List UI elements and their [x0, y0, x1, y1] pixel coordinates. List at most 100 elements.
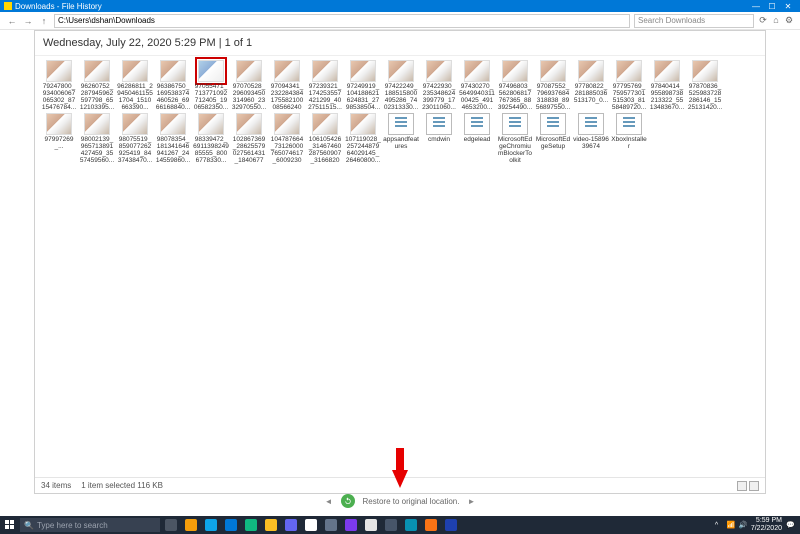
file-caption: 104787664_73126000765074617_60092300...	[269, 136, 305, 164]
file-item[interactable]: appsandfeatures	[383, 113, 419, 164]
tray-clock[interactable]: 5:59 PM 7/22/2020	[751, 517, 782, 533]
file-item[interactable]: 97087552_796937684318838_8956897550...	[535, 60, 571, 111]
file-item[interactable]: 107119028_25724487964029145_26460800...	[345, 113, 381, 164]
search-input[interactable]: Search Downloads	[634, 14, 754, 28]
taskbar-app-5[interactable]	[262, 517, 280, 533]
tray-volume-icon[interactable]: 🔊	[739, 521, 747, 529]
window-title: Downloads - File History	[15, 2, 748, 11]
file-thumbnail	[122, 60, 148, 82]
tray-time: 5:59 PM	[751, 517, 782, 525]
file-item[interactable]: 106105426_31467460287560907_31668200...	[307, 113, 343, 164]
file-thumbnail	[160, 113, 186, 135]
file-item[interactable]: cmdwin	[421, 113, 457, 164]
file-caption: 97496803_562806817767365_8839254490...	[497, 83, 533, 111]
file-item[interactable]: edgelead	[459, 113, 495, 164]
file-item[interactable]: 96260752_287945962597798_6512103395...	[79, 60, 115, 111]
next-version-button[interactable]: ►	[467, 497, 475, 506]
taskbar-app-14[interactable]	[442, 517, 460, 533]
task-view-button[interactable]	[162, 517, 180, 533]
file-caption: 97094341_232284384175582100085662400...	[269, 83, 305, 111]
file-caption: 97430270_564994031100425_4914653200...	[459, 83, 495, 111]
restore-button[interactable]	[341, 494, 355, 508]
file-item[interactable]: 97840414_955898738213322_5513483670...	[649, 60, 685, 111]
file-item[interactable]: 96386750_169538374460526_6966168840...	[155, 60, 191, 111]
file-caption: edgelead	[464, 136, 491, 164]
taskbar-search[interactable]: 🔍 Type here to search	[20, 518, 160, 532]
file-item[interactable]: MicrosoftEdgeSetup	[535, 113, 571, 164]
file-item[interactable]: 96286811_294504611551704_1510663390...	[117, 60, 153, 111]
file-caption: 97249919_104188621624831_2798538504...	[345, 83, 381, 111]
file-item[interactable]: 97496803_562806817767365_8839254490...	[497, 60, 533, 111]
file-item[interactable]: 97055471_713771092712405_1906582350...	[193, 60, 229, 111]
taskbar-app-3[interactable]	[222, 517, 240, 533]
taskbar-app-12[interactable]	[402, 517, 420, 533]
file-item[interactable]: 104787664_73126000765074617_60092300...	[269, 113, 305, 164]
file-caption: 107119028_25724487964029145_26460800...	[345, 136, 381, 164]
nav-up-button[interactable]: ↑	[38, 15, 50, 27]
taskbar-app-8[interactable]	[322, 517, 340, 533]
tray-network-icon[interactable]: 📶	[727, 521, 735, 529]
file-item[interactable]: 97430270_564994031100425_4914653200...	[459, 60, 495, 111]
taskbar-app-6[interactable]	[282, 517, 300, 533]
settings-icon[interactable]: ⚙	[784, 15, 794, 26]
home-icon[interactable]: ⌂	[771, 15, 781, 26]
icons-view-button[interactable]	[749, 481, 759, 491]
taskbar-app-7[interactable]	[302, 517, 320, 533]
title-bar: Downloads - File History — ☐ ✕	[0, 0, 800, 12]
file-item[interactable]: 97780822_281885036513170_0...	[573, 60, 609, 111]
prev-version-button[interactable]: ◄	[325, 497, 333, 506]
file-item[interactable]: XboxInstaller	[611, 113, 647, 164]
file-item[interactable]: 102867369_28625579027561431_18406770...	[231, 113, 267, 164]
file-item[interactable]: 97870836_525983728286146_1525131420...	[687, 60, 723, 111]
file-thumbnail	[464, 113, 490, 135]
taskbar-app-4[interactable]	[242, 517, 260, 533]
tray-chevron-icon[interactable]: ^	[715, 522, 723, 529]
file-item[interactable]: 97422249_188515800495286_7402313330...	[383, 60, 419, 111]
taskbar-app-2[interactable]	[202, 517, 220, 533]
taskbar-app-10[interactable]	[362, 517, 380, 533]
file-item[interactable]: 97422930_235348624399779_1723011060...	[421, 60, 457, 111]
file-thumbnail	[312, 113, 338, 135]
file-caption: 97055471_713771092712405_1906582350...	[193, 83, 229, 111]
refresh-icon[interactable]: ⟳	[758, 15, 768, 26]
file-thumbnail	[692, 60, 718, 82]
file-caption: XboxInstaller	[611, 136, 647, 164]
file-item[interactable]: 97997269_...	[41, 113, 77, 164]
file-caption: 97840414_955898738213322_5513483670...	[649, 83, 685, 111]
file-caption: 97997269_...	[41, 136, 77, 164]
close-button[interactable]: ✕	[780, 2, 796, 11]
file-item[interactable]: 97094341_232284384175582100085662400...	[269, 60, 305, 111]
address-bar[interactable]: C:\Users\dshan\Downloads	[54, 14, 630, 28]
file-item[interactable]: 97795769_759577301515303_8158489720...	[611, 60, 647, 111]
nav-back-button[interactable]: ←	[6, 15, 18, 27]
app-icon	[4, 2, 12, 10]
taskbar-app-13[interactable]	[422, 517, 440, 533]
file-item[interactable]: 98002139_965713891427459_3557459560...	[79, 113, 115, 164]
taskbar-app-9[interactable]	[342, 517, 360, 533]
file-item[interactable]: video-1589639674	[573, 113, 609, 164]
file-item[interactable]: 79247800_934006067065302_8715476784...	[41, 60, 77, 111]
file-item[interactable]: 97239321_174253557421299_4027511515...	[307, 60, 343, 111]
tray-date: 7/22/2020	[751, 525, 782, 533]
tray-notifications-icon[interactable]: 💬	[786, 521, 794, 529]
file-thumbnail	[464, 60, 490, 82]
taskbar-app-1[interactable]	[182, 517, 200, 533]
file-thumbnail	[84, 60, 110, 82]
file-item[interactable]: 98075519_859077262925419_8437438470...	[117, 113, 153, 164]
taskbar: 🔍 Type here to search ^ 📶 🔊 5:59 PM 7/22…	[0, 516, 800, 534]
file-thumbnail	[388, 113, 414, 135]
details-view-button[interactable]	[737, 481, 747, 491]
file-item[interactable]: 98339472_691139824985555_8006778330...	[193, 113, 229, 164]
taskbar-app-11[interactable]	[382, 517, 400, 533]
start-button[interactable]	[2, 517, 18, 533]
file-caption: 97087552_796937684318838_8956897550...	[535, 83, 571, 111]
nav-forward-button[interactable]: →	[22, 15, 34, 27]
file-item[interactable]: 97249919_104188621624831_2798538504...	[345, 60, 381, 111]
maximize-button[interactable]: ☐	[764, 2, 780, 11]
file-caption: 79247800_934006067065302_8715476784...	[41, 83, 77, 111]
file-item[interactable]: MicrosoftEdgeChromiumBlockerToolkit	[497, 113, 533, 164]
file-thumbnail	[388, 60, 414, 82]
file-item[interactable]: 98078354_181341646941267_2414559860...	[155, 113, 191, 164]
file-item[interactable]: 97070528_296093450314960_2332970550...	[231, 60, 267, 111]
minimize-button[interactable]: —	[748, 2, 764, 11]
